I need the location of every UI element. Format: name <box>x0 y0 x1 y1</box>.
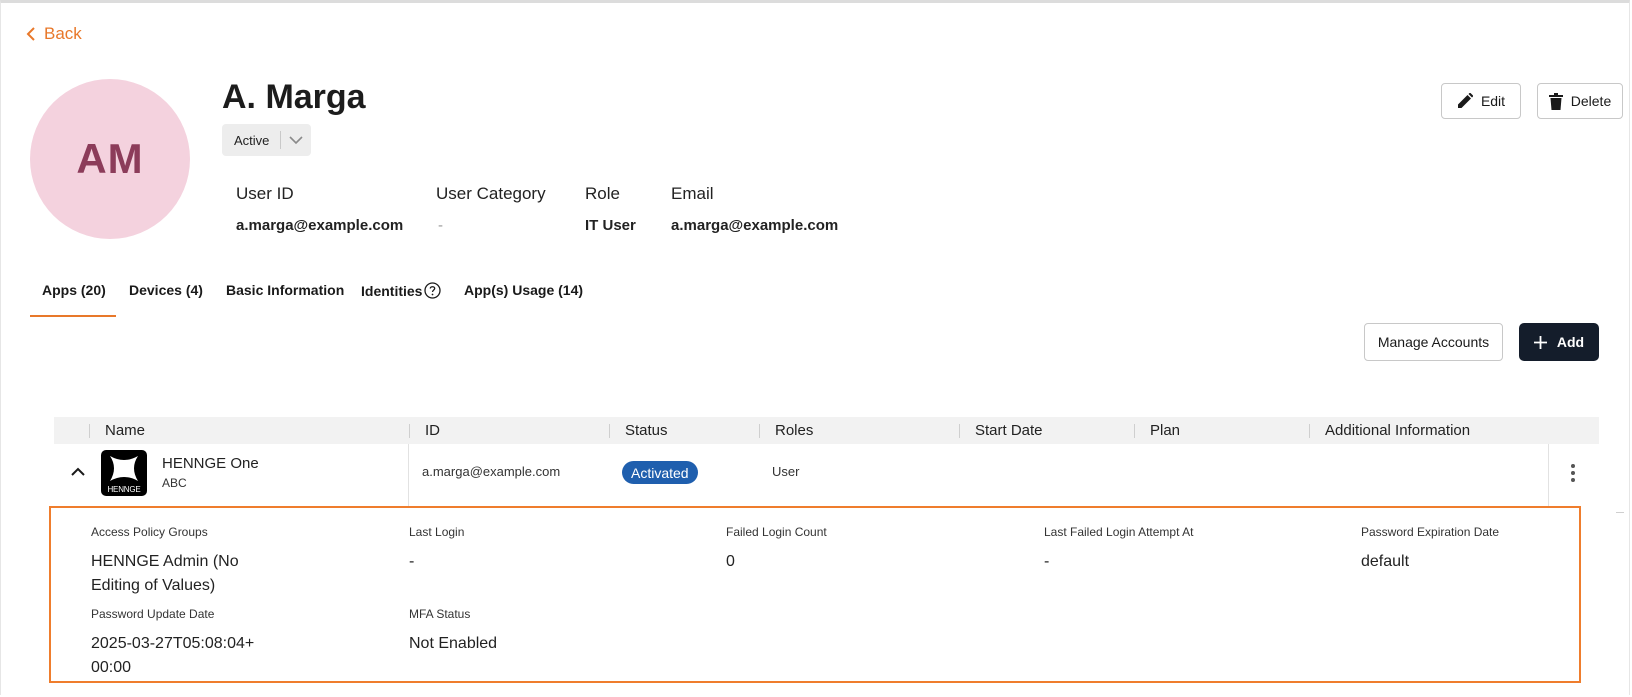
column-header-start-date[interactable]: Start Date <box>975 422 1043 439</box>
email-label: Email <box>671 184 714 203</box>
role-value: IT User <box>585 217 636 234</box>
detail-label-last-login: Last Login <box>409 525 465 539</box>
user-id-label: User ID <box>236 184 294 203</box>
tab-identities[interactable]: Identities <box>361 282 442 299</box>
detail-label-password-expiration-date: Password Expiration Date <box>1361 525 1500 539</box>
chevron-down-icon <box>281 135 311 145</box>
detail-label-mfa-status: MFA Status <box>409 607 471 621</box>
table-row[interactable] <box>54 444 1599 506</box>
app-name[interactable]: HENNGE One <box>162 455 259 472</box>
column-separator <box>609 424 610 438</box>
column-separator <box>1309 424 1310 438</box>
email-value: a.marga@example.com <box>671 217 839 234</box>
detail-label-password-update-date: Password Update Date <box>91 607 215 621</box>
detail-label-last-failed-login: Last Failed Login Attempt At <box>1044 525 1194 539</box>
trash-icon <box>1548 92 1563 110</box>
delete-label: Delete <box>1570 93 1612 109</box>
column-header-id[interactable]: ID <box>425 422 440 439</box>
column-header-name[interactable]: Name <box>105 422 145 439</box>
plus-icon <box>1533 335 1547 349</box>
column-separator <box>759 424 760 438</box>
tab-app-usage[interactable]: App(s) Usage (14) <box>464 282 583 298</box>
manage-accounts-label: Manage Accounts <box>1377 334 1490 350</box>
column-separator <box>1134 424 1135 438</box>
table-header: Name ID Status Roles Start Date Plan Add… <box>54 417 1599 444</box>
more-vertical-icon[interactable] <box>1567 462 1579 484</box>
detail-label-failed-login-count: Failed Login Count <box>726 525 827 539</box>
avatar: AM <box>30 79 190 239</box>
row-divider <box>408 444 409 506</box>
active-tab-indicator <box>30 315 116 317</box>
detail-value-last-login: - <box>409 553 415 570</box>
detail-label-access-policy-groups: Access Policy Groups <box>91 525 208 539</box>
scrollbar-tick <box>1616 512 1624 513</box>
add-button[interactable]: Add <box>1519 323 1599 361</box>
row-divider <box>1548 444 1549 506</box>
detail-value-password-expiration-date: default <box>1361 553 1410 570</box>
status-badge: Activated <box>622 461 698 484</box>
column-separator <box>959 424 960 438</box>
detail-value-failed-login-count: 0 <box>726 553 735 570</box>
tab-basic-information[interactable]: Basic Information <box>226 282 344 298</box>
tab-devices[interactable]: Devices (4) <box>129 282 203 298</box>
tab-apps[interactable]: Apps (20) <box>42 282 106 298</box>
user-category-label: User Category <box>436 184 546 203</box>
user-category-value: - <box>438 217 443 234</box>
column-separator <box>89 424 90 438</box>
cell-id: a.marga@example.com <box>422 464 561 479</box>
column-separator <box>409 424 410 438</box>
cell-roles: User <box>772 464 800 479</box>
delete-button[interactable]: Delete <box>1537 83 1623 119</box>
help-circle-icon[interactable] <box>424 282 442 299</box>
chevron-left-icon <box>26 27 35 41</box>
status-value: Active <box>234 132 270 148</box>
chevron-up-icon[interactable] <box>70 464 86 480</box>
tab-identities-label: Identities <box>361 282 423 299</box>
app-subtitle: ABC <box>162 476 187 490</box>
user-id-value: a.marga@example.com <box>236 217 404 234</box>
detail-value-mfa-status: Not Enabled <box>409 635 498 652</box>
column-header-status[interactable]: Status <box>625 422 668 439</box>
add-label: Add <box>1556 334 1585 350</box>
detail-value-password-update-date: 2025-03-27T05:08:04+00:00 <box>91 635 255 676</box>
app-logo-text: HENNGE <box>107 485 141 494</box>
detail-value-last-failed-login: - <box>1044 553 1050 570</box>
pencil-icon <box>1457 93 1473 108</box>
column-header-additional-information[interactable]: Additional Information <box>1325 422 1470 439</box>
detail-value-access-policy-groups: HENNGE Admin (No Editing of Values) <box>91 553 239 594</box>
avatar-initials: AM <box>76 135 144 182</box>
role-label: Role <box>585 184 620 203</box>
column-header-plan[interactable]: Plan <box>1150 422 1180 439</box>
manage-accounts-button[interactable]: Manage Accounts <box>1364 323 1503 361</box>
back-label: Back <box>44 24 82 43</box>
expanded-details-panel: Access Policy Groups HENNGE Admin (No Ed… <box>49 506 1581 683</box>
henngе-logo-mark <box>110 456 138 481</box>
page-title: A. Marga <box>222 78 366 116</box>
app-logo: HENNGE <box>101 450 147 496</box>
edit-label: Edit <box>1480 93 1506 109</box>
status-dropdown[interactable]: Active <box>222 124 311 156</box>
column-header-roles[interactable]: Roles <box>775 422 813 439</box>
back-link[interactable]: Back <box>26 24 82 44</box>
edit-button[interactable]: Edit <box>1441 83 1521 119</box>
